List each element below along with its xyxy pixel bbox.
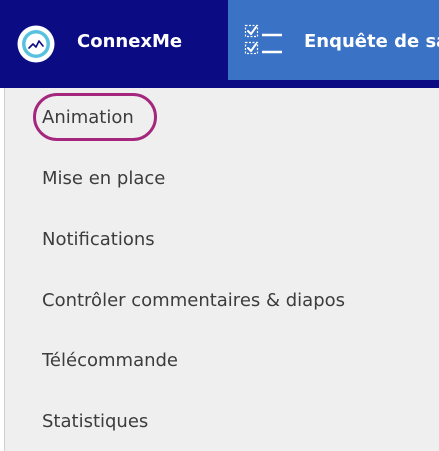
brand-name: ConnexMe <box>77 31 183 52</box>
menu-item-telecommande[interactable]: Télécommande <box>42 350 178 371</box>
connexme-brand-button[interactable]: ConnexMe <box>0 0 228 88</box>
menu-item-mise-en-place[interactable]: Mise en place <box>42 168 165 189</box>
top-navigation-bar: ConnexMe Enquête de sa <box>0 0 439 88</box>
survey-tab-label: Enquête de sa <box>304 31 439 52</box>
animation-dropdown-menu <box>4 88 439 451</box>
menu-item-statistiques[interactable]: Statistiques <box>42 411 148 432</box>
survey-tab[interactable]: Enquête de sa <box>228 0 439 80</box>
menu-item-controler-commentaires[interactable]: Contrôler commentaires & diapos <box>42 290 345 311</box>
connexme-logo-icon <box>17 25 55 63</box>
menu-item-notifications[interactable]: Notifications <box>42 229 155 250</box>
menu-item-animation[interactable]: Animation <box>42 107 134 128</box>
checklist-icon <box>244 24 282 55</box>
